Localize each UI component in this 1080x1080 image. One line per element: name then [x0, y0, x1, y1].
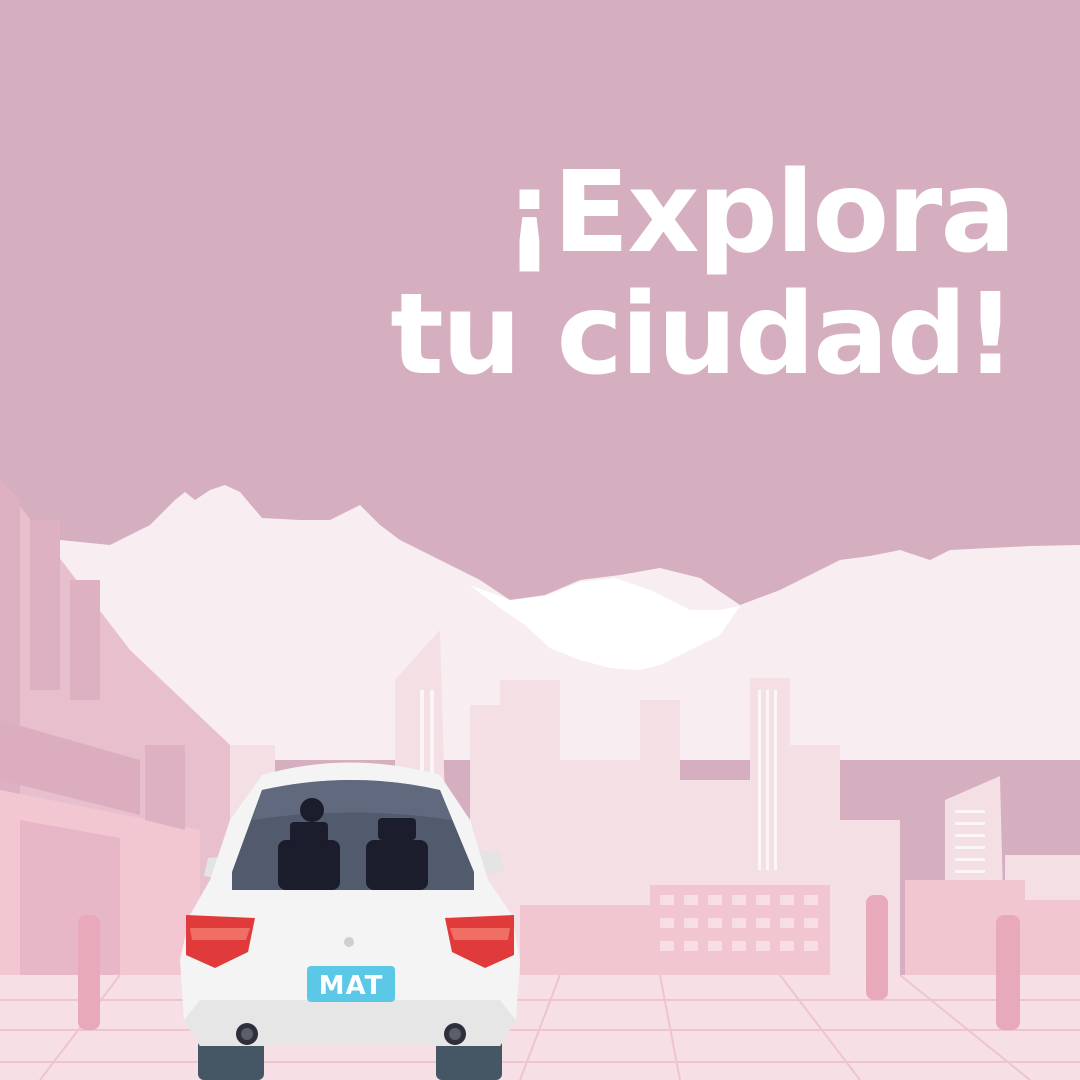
rear-bumper — [184, 1000, 516, 1046]
headline-line-2: tu ciudad! — [390, 270, 1016, 400]
car-emblem — [344, 937, 354, 947]
plaza-ground — [0, 974, 1080, 1080]
promo-illustration: MAT ¡Explora tu ciudad! — [0, 0, 1080, 1080]
license-plate-text: MAT — [319, 971, 384, 1001]
headline-line-1: ¡Explora — [503, 148, 1016, 278]
passenger-head — [300, 798, 324, 822]
headline: ¡Explora tu ciudad! — [214, 148, 1016, 400]
